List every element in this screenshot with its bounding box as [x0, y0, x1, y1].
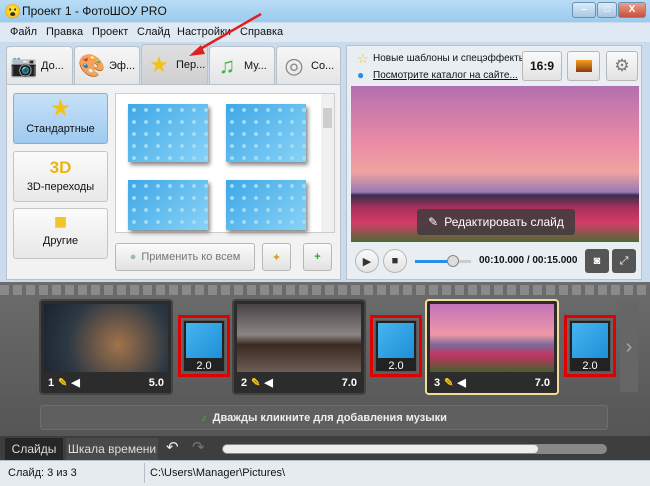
slide-counter: Слайд: 3 из 3 — [8, 467, 77, 479]
settings-button[interactable]: ⚙ — [606, 51, 638, 81]
globe-icon: ● — [357, 68, 365, 82]
apply-to-all-button[interactable]: ● Применить ко всем — [115, 243, 255, 271]
star-icon: ☆ — [357, 51, 369, 66]
edit-slide-button[interactable]: ✎ Редактировать слайд — [417, 209, 575, 235]
transition-icon — [378, 323, 414, 358]
palette-icon: 🎨 — [78, 52, 106, 78]
magic-wand-icon: ✦ — [271, 251, 282, 264]
sound-icon[interactable]: ◀ — [71, 376, 79, 389]
status-divider — [144, 463, 145, 483]
stop-button[interactable]: ■ — [383, 249, 407, 273]
apply-icon: ● — [129, 251, 137, 263]
menu-project[interactable]: Проект — [92, 26, 128, 38]
fullscreen-button[interactable]: ⤢ — [612, 249, 636, 273]
film-reel-icon: ◎ — [284, 52, 304, 78]
transition-icon — [572, 323, 608, 358]
transition-icon — [186, 323, 222, 358]
transition-item[interactable]: 2.0 — [178, 315, 230, 377]
category-other[interactable]: ■ Другие — [13, 208, 108, 259]
tab-save[interactable]: ◎ Со... — [276, 46, 341, 84]
stop-icon: ■ — [391, 255, 399, 267]
catalog-link[interactable]: Посмотрите каталог на сайте... — [373, 70, 518, 81]
fullscreen-icon: ⤢ — [619, 255, 629, 267]
maximize-button[interactable]: □ — [597, 2, 617, 18]
music-track[interactable]: ♪ Дважды кликните для добавления музыки — [40, 405, 608, 430]
transition-thumb[interactable] — [128, 104, 208, 162]
bottom-toolbar: Слайды Шкала времени ↶ ↷ — [0, 436, 650, 460]
tab-timeline[interactable]: Шкала времени — [66, 438, 158, 460]
title-bar: 😮 Проект 1 - ФотоШОУ PRO – □ X — [0, 0, 650, 22]
menu-edit[interactable]: Правка — [46, 26, 83, 38]
time-readout: 00:10.000 / 00:15.000 — [479, 255, 578, 266]
app-icon: 😮 — [4, 3, 22, 19]
tab-slides[interactable]: Слайды — [5, 438, 63, 460]
sound-icon[interactable]: ◀ — [457, 376, 465, 389]
star-icon: ★ — [49, 95, 72, 122]
transition-thumb[interactable] — [128, 180, 208, 230]
gallery-scrollbar[interactable] — [321, 94, 334, 232]
aspect-ratio-button[interactable]: 16:9 — [522, 51, 562, 81]
status-bar: Слайд: 3 из 3 C:\Users\Manager\Pictures\ — [0, 460, 650, 486]
window-title: Проект 1 - ФотоШОУ PRO — [22, 4, 167, 18]
background-button[interactable] — [567, 51, 600, 81]
music-icon: ♪ — [201, 411, 207, 424]
slide-preview: ✎ Редактировать слайд — [351, 86, 639, 242]
play-button[interactable]: ▶ — [355, 249, 379, 273]
camera-icon: 📷 — [10, 52, 38, 78]
folder-path: C:\Users\Manager\Pictures\ — [150, 467, 286, 479]
transitions-panel: ★ Стандартные 3D 3D-переходы ■ Другие ● Прим… — [6, 84, 341, 280]
undo-icon[interactable]: ↶ — [166, 438, 179, 456]
annotation-arrow — [189, 12, 262, 56]
seek-slider[interactable] — [415, 255, 471, 267]
tab-effects[interactable]: 🎨 Эф... — [74, 46, 140, 84]
box-icon: ■ — [53, 209, 68, 234]
sound-icon[interactable]: ◀ — [264, 376, 272, 389]
menu-slide[interactable]: Слайд — [137, 26, 170, 38]
redo-icon[interactable]: ↷ — [192, 438, 205, 456]
pencil-icon[interactable]: ✎ — [251, 376, 260, 389]
category-standard[interactable]: ★ Стандартные — [13, 93, 108, 144]
timeline-scrollbar[interactable] — [222, 444, 607, 454]
image-icon — [575, 60, 592, 72]
menu-bar: Файл Правка Проект Слайд Настройки Справ… — [0, 23, 650, 42]
transition-thumb[interactable] — [226, 104, 306, 162]
play-icon: ▶ — [362, 255, 372, 268]
slide-item[interactable]: 1 ✎ ◀ 5.0 — [39, 299, 173, 395]
minimize-button[interactable]: – — [572, 2, 596, 18]
slide-timeline: 1 ✎ ◀ 5.0 2.0 2 ✎ ◀ 7.0 2.0 3 ✎ ◀ 7.0 2.0 › ♪ Дваж… — [0, 282, 650, 436]
scroll-right-button[interactable]: › — [620, 302, 638, 392]
chevron-right-icon: › — [625, 336, 633, 358]
transition-thumb[interactable] — [226, 180, 306, 230]
pencil-icon: ✎ — [428, 215, 439, 229]
camera-icon: ◙ — [593, 255, 601, 267]
slide-item[interactable]: 2 ✎ ◀ 7.0 — [232, 299, 366, 395]
add-icon: + — [314, 251, 321, 263]
menu-file[interactable]: Файл — [10, 26, 37, 38]
pencil-icon[interactable]: ✎ — [444, 376, 453, 389]
3d-icon: 3D — [49, 158, 72, 177]
film-perforation — [0, 285, 650, 295]
gear-icon: ⚙ — [614, 56, 630, 75]
slide-item-selected[interactable]: 3 ✎ ◀ 7.0 — [425, 299, 559, 395]
snapshot-button[interactable]: ◙ — [585, 249, 609, 273]
transition-item[interactable]: 2.0 — [564, 315, 616, 377]
magic-wand-button[interactable]: ✦ — [262, 243, 291, 271]
transition-gallery — [115, 93, 335, 233]
category-3d[interactable]: 3D 3D-переходы — [13, 151, 108, 202]
news-text: Новые шаблоны и спецэффекты — [373, 53, 526, 64]
pencil-icon[interactable]: ✎ — [58, 376, 67, 389]
add-transition-button[interactable]: + — [303, 243, 332, 271]
close-button[interactable]: X — [618, 2, 646, 18]
transition-item[interactable]: 2.0 — [370, 315, 422, 377]
preview-panel: ☆ Новые шаблоны и спецэффекты ● Посмотри… — [346, 45, 642, 280]
tab-photos[interactable]: 📷 До... — [6, 46, 73, 84]
star-icon: ★ — [149, 51, 169, 77]
